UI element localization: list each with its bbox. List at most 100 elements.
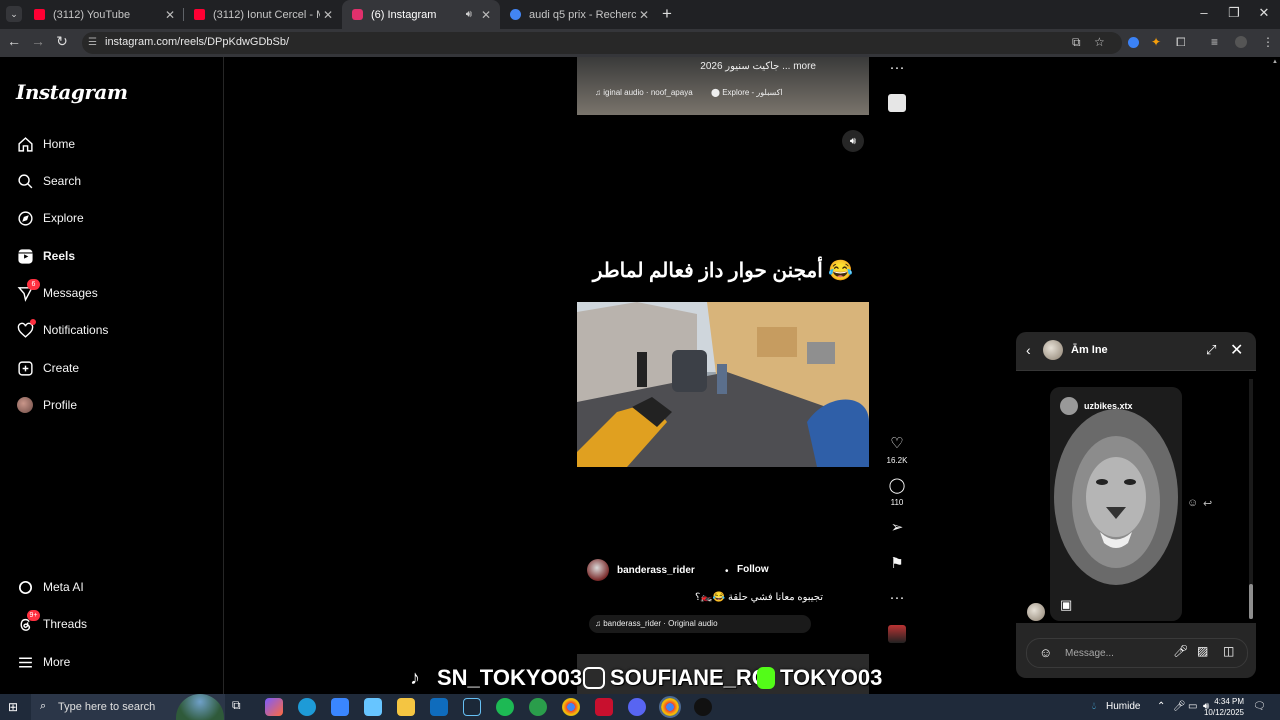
app-icon[interactable] (529, 698, 547, 716)
tab-search-icon[interactable]: ⌄ (6, 6, 22, 22)
reel-author[interactable]: banderass_rider (587, 558, 695, 582)
nav-search[interactable]: Search (16, 168, 81, 194)
outlook-icon[interactable] (430, 698, 448, 716)
close-icon[interactable]: ✕ (320, 8, 336, 22)
extension-icon[interactable]: ✦ (1151, 35, 1161, 49)
nav-home[interactable]: Home (16, 131, 75, 157)
audio-thumbnail[interactable] (888, 94, 906, 112)
reload-button[interactable]: ↻ (52, 33, 72, 50)
network-icon[interactable]: ▭ (1188, 701, 1197, 712)
page-scrollbar[interactable]: ▲ (1271, 57, 1280, 694)
share-button[interactable]: ➢ (886, 520, 908, 536)
spotify-icon[interactable] (496, 698, 514, 716)
bookmark-star-icon[interactable]: ☆ (1094, 35, 1105, 49)
tab-instagram[interactable]: (6) Instagram 🔊︎ ✕ (342, 0, 500, 29)
file-explorer-icon[interactable] (397, 698, 415, 716)
close-icon[interactable]: ✕ (478, 8, 494, 22)
profile-avatar[interactable] (1235, 36, 1247, 48)
like-button[interactable]: ♡ 16.2K (886, 436, 908, 466)
steam-icon[interactable] (463, 698, 481, 716)
chrome-icon[interactable] (659, 696, 681, 718)
new-tab-button[interactable]: + (662, 4, 672, 24)
store-icon[interactable] (331, 698, 349, 716)
edge-icon[interactable] (298, 698, 316, 716)
close-icon[interactable]: ✕ (162, 8, 178, 22)
discord-icon[interactable] (628, 698, 646, 716)
nav-threads[interactable]: 9+ Threads (16, 610, 87, 637)
react-icon[interactable]: ☺ (1187, 497, 1198, 509)
nav-more[interactable]: More (16, 649, 70, 675)
message-input[interactable] (1063, 644, 1157, 662)
reply-icon[interactable]: ↩ (1203, 497, 1212, 510)
reading-list-icon[interactable]: ≡ (1211, 35, 1218, 49)
site-info-icon[interactable]: ☰ (88, 37, 97, 48)
sticker-icon[interactable]: ◫ (1223, 644, 1234, 658)
scroll-up-icon[interactable]: ▲ (1272, 59, 1278, 65)
speaker-icon[interactable]: 🔊︎ (466, 9, 472, 20)
author-username[interactable]: banderass_rider (617, 565, 695, 576)
speaker-icon[interactable]: 🔊︎ (842, 130, 864, 152)
avatar[interactable] (1043, 340, 1063, 360)
maximize-button[interactable]: ❐ (1219, 5, 1249, 21)
reel-location[interactable]: ⬤ Explore - اكسبلور (711, 88, 783, 97)
expand-icon[interactable]: ⤢ (1206, 342, 1216, 358)
nav-notifications[interactable]: Notifications (16, 317, 108, 343)
more-options-icon[interactable]: ··· (886, 60, 908, 76)
forward-button[interactable]: → (28, 33, 48, 49)
microphone-icon[interactable]: 🎤︎ (1173, 701, 1186, 712)
save-button[interactable]: ⚑ (886, 556, 908, 572)
weather-text[interactable]: Humide (1106, 701, 1140, 712)
task-view-icon[interactable]: ⧉ (232, 698, 250, 716)
comment-button[interactable]: ◯ 110 (886, 478, 908, 508)
tab-google-search[interactable]: audi q5 prix - Recherche Googl ✕ (500, 0, 658, 29)
shared-reel-author[interactable]: uzbikes.xtx (1060, 397, 1133, 415)
reel-audio[interactable]: ♫ iginal audio · noof_apaya (595, 88, 693, 97)
close-icon[interactable]: ✕ (1230, 340, 1243, 360)
install-app-icon[interactable]: ⧉ (1072, 35, 1081, 50)
windows-start-icon[interactable]: ⊞ (8, 700, 18, 714)
chrome-icon[interactable] (562, 698, 580, 716)
nav-messages[interactable]: 6 Messages (16, 279, 98, 306)
nav-reels[interactable]: Reels (16, 243, 75, 269)
app-icon[interactable] (595, 698, 613, 716)
nav-create[interactable]: Create (16, 355, 79, 381)
nav-meta-ai[interactable]: Meta AI (16, 574, 84, 600)
reel-caption[interactable]: جاكيت سنيور 2026 ... more (700, 61, 816, 72)
back-button[interactable]: ← (4, 33, 24, 49)
close-window-button[interactable]: ✕ (1249, 5, 1279, 21)
microphone-icon[interactable]: 🎤︎ (1173, 644, 1188, 658)
notification-center-icon[interactable]: 🗨︎ (1253, 701, 1266, 712)
nav-profile[interactable]: Profile (16, 392, 77, 418)
follow-button[interactable]: Follow (737, 564, 769, 575)
image-icon[interactable]: ▨ (1197, 644, 1208, 658)
reel-video[interactable] (577, 302, 869, 467)
more-options-icon[interactable]: ··· (886, 590, 908, 606)
taskbar-clock[interactable]: 4:34 PM 10/12/2025 (1198, 696, 1244, 718)
address-bar[interactable]: ☰ instagram.com/reels/DPpKdwGDbSb/ ⧉ ☆ (82, 32, 1122, 54)
back-icon[interactable]: ‹ (1026, 342, 1031, 358)
minimize-button[interactable]: – (1189, 5, 1219, 20)
app-icon[interactable] (364, 698, 382, 716)
dm-scrollbar[interactable] (1249, 379, 1253, 619)
extensions-puzzle-icon[interactable]: ⧠ (1176, 35, 1186, 50)
browser-menu-icon[interactable]: ⋮ (1262, 35, 1274, 49)
shared-reel-card[interactable]: uzbikes.xtx ▣ (1050, 387, 1182, 621)
previous-reel[interactable]: جاكيت سنيور 2026 ... more ♫ iginal audio… (577, 57, 869, 115)
reel-caption[interactable]: تجيبوه معانا فشي حلقة 😂🏍️؟ (695, 592, 823, 603)
tray-chevron-icon[interactable]: ⌃ (1157, 701, 1165, 712)
avatar[interactable] (587, 559, 609, 581)
app-icon[interactable] (694, 698, 712, 716)
tab-youtube[interactable]: (3112) YouTube ✕ (24, 0, 184, 29)
weather-icon[interactable]: 💧︎ (1092, 701, 1096, 712)
copilot-icon[interactable] (265, 698, 283, 716)
scroll-thumb[interactable] (1249, 584, 1253, 619)
instagram-logo[interactable]: Instagram (16, 80, 128, 104)
nav-explore[interactable]: Explore (16, 205, 84, 231)
reel-audio[interactable]: ♫ banderass_rider · Original audio (589, 615, 811, 633)
extension-icon[interactable] (1128, 37, 1139, 48)
audio-thumbnail[interactable] (888, 625, 906, 643)
close-icon[interactable]: ✕ (636, 8, 652, 22)
emoji-icon[interactable]: ☺ (1039, 645, 1052, 660)
tab-youtube-video[interactable]: (3112) Ionut Cercel - Made in R ✕ (184, 0, 342, 29)
dm-contact-name[interactable]: Ām Ine (1071, 344, 1108, 356)
